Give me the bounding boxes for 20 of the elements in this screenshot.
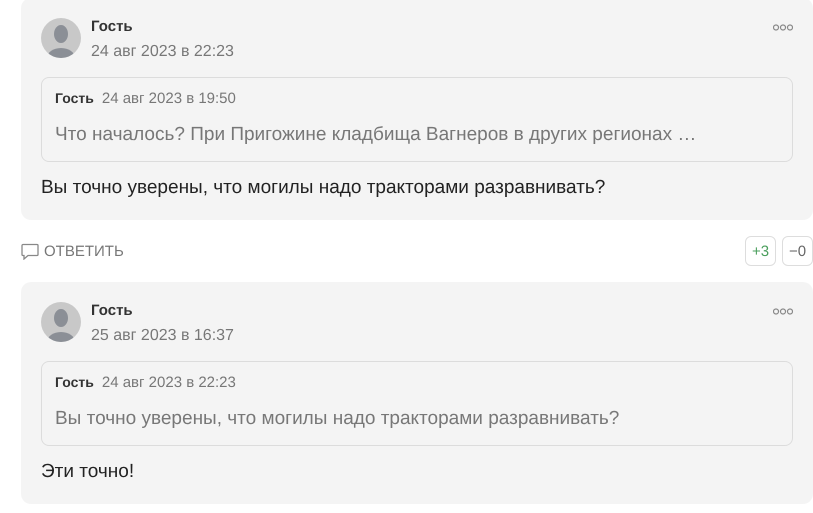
quote-date: 24 авг 2023 в 19:50 bbox=[102, 90, 236, 107]
upvote-button[interactable]: +3 bbox=[745, 236, 776, 266]
comment-date: 24 авг 2023 в 22:23 bbox=[91, 43, 234, 61]
speech-bubble-icon bbox=[21, 242, 39, 260]
comment-date: 25 авг 2023 в 16:37 bbox=[91, 327, 234, 345]
author-name: Гость bbox=[91, 302, 134, 320]
avatar-silhouette-icon bbox=[41, 302, 81, 342]
more-icon[interactable] bbox=[773, 308, 793, 315]
comment-text: Вы точно уверены, что могилы надо тракторами разравнивать? bbox=[41, 176, 606, 200]
quote-date: 24 авг 2023 в 22:23 bbox=[102, 374, 236, 391]
more-icon[interactable] bbox=[773, 24, 793, 31]
comment-text: Эти точно! bbox=[41, 460, 136, 484]
reply-button[interactable]: ОТВЕТИТЬ bbox=[21, 242, 124, 260]
avatar-silhouette-icon bbox=[41, 18, 81, 58]
quote-text: Что началось? При Пригожине кладбища Вагнеров в других регионах … bbox=[55, 123, 698, 147]
quote-author: Гость bbox=[55, 374, 94, 390]
downvote-button[interactable]: −0 bbox=[782, 236, 813, 266]
author-name: Гость bbox=[91, 18, 134, 36]
quote-text: Вы точно уверены, что могилы надо тракторами разравнивать? bbox=[55, 407, 620, 431]
quote-author: Гость bbox=[55, 90, 94, 106]
